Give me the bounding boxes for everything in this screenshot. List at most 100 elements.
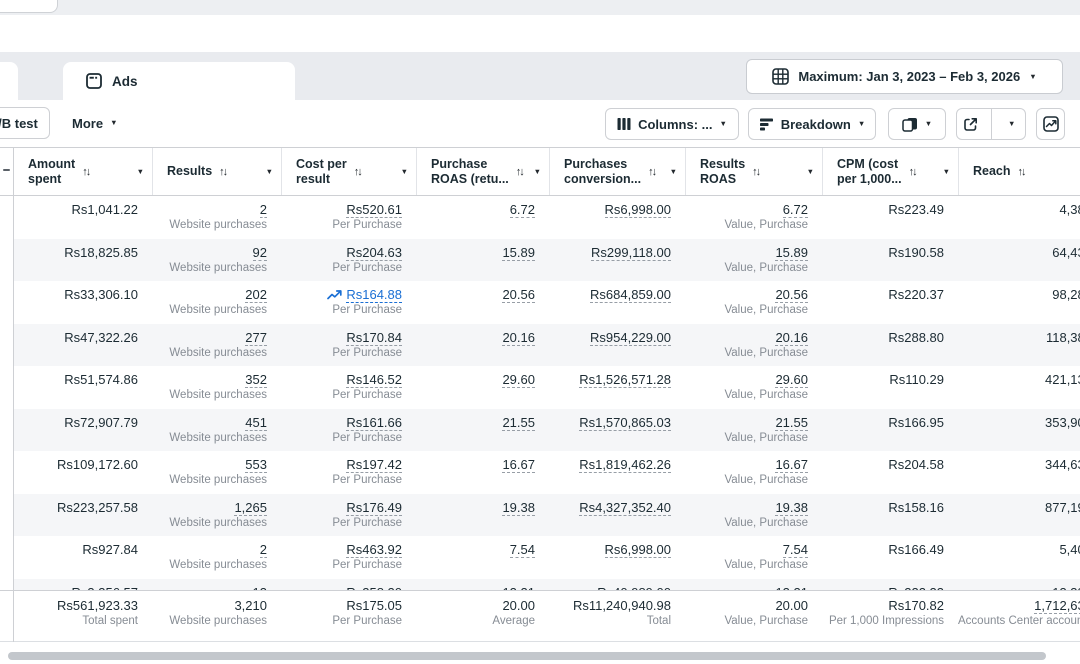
column-menu-caret[interactable]: ▼ <box>401 168 408 176</box>
column-header-purchases-conversion[interactable]: Purchasesconversion...↑↓▼ <box>549 148 685 195</box>
cell-results[interactable]: 2Website purchases <box>152 536 281 579</box>
cell-results[interactable]: 451Website purchases <box>152 409 281 452</box>
column-header-amount-spent[interactable]: Amountspent↑↓▼ <box>0 148 152 195</box>
column-header-cpm[interactable]: CPM (costper 1,000...↑↓▼ <box>822 148 958 195</box>
cell-purchase-roas[interactable]: 15.89 <box>416 239 549 282</box>
view-charts-button[interactable] <box>1036 108 1065 140</box>
cell-purchases-conversion[interactable]: Rs684,859.00 <box>549 281 685 324</box>
cell-results-roas[interactable]: 7.54Value, Purchase <box>685 536 822 579</box>
cell-cost-per-result[interactable]: Rs204.63Per Purchase <box>281 239 416 282</box>
column-menu-caret[interactable]: ▼ <box>670 168 677 176</box>
cell-results[interactable]: 2Website purchases <box>152 196 281 239</box>
column-menu-caret[interactable]: ▼ <box>266 168 273 176</box>
column-label: ResultsROAS <box>700 157 745 187</box>
chevron-down-icon: ▼ <box>925 120 932 128</box>
cell-purchases-conversion[interactable]: Rs1,526,571.28 <box>549 366 685 409</box>
horizontal-scrollbar[interactable] <box>8 652 1046 660</box>
total-reach[interactable]: 1,712,632 Accounts Center accounts <box>958 591 1080 641</box>
sort-icon[interactable]: ↑↓ <box>219 166 226 178</box>
column-header-cost-per-result[interactable]: Cost perresult↑↓▼ <box>281 148 416 195</box>
cell-results-roas[interactable]: 20.16Value, Purchase <box>685 324 822 367</box>
date-range-button[interactable]: Maximum: Jan 3, 2023 – Feb 3, 2026 ▼ <box>746 59 1063 94</box>
export-button[interactable] <box>957 109 984 139</box>
cell-results-roas[interactable]: 6.72Value, Purchase <box>685 196 822 239</box>
cell-results-roas[interactable]: 15.89Value, Purchase <box>685 239 822 282</box>
cell-cost-per-result[interactable]: Rs176.49Per Purchase <box>281 494 416 537</box>
cell-results-roas[interactable]: 19.38Value, Purchase <box>685 494 822 537</box>
cell-purchases-conversion[interactable]: Rs299,118.00 <box>549 239 685 282</box>
cell-cpm: Rs166.49 <box>822 536 958 579</box>
tab-partial-left[interactable] <box>0 62 18 100</box>
cell-reach: 98,285 <box>958 281 1080 324</box>
column-header-reach[interactable]: Reach↑↓▼ <box>958 148 1080 195</box>
cell-results-roas[interactable]: 29.60Value, Purchase <box>685 366 822 409</box>
cell-results[interactable]: 553Website purchases <box>152 451 281 494</box>
cell-results[interactable]: 13Website purchases <box>152 579 281 591</box>
cell-results[interactable]: 1,265Website purchases <box>152 494 281 537</box>
cell-purchase-roas[interactable]: 20.56 <box>416 281 549 324</box>
cell-purchases-conversion[interactable]: Rs4,327,352.40 <box>549 494 685 537</box>
cell-purchase-roas[interactable]: 6.72 <box>416 196 549 239</box>
cell-cpm: Rs288.80 <box>822 324 958 367</box>
chart-icon <box>1043 116 1059 132</box>
cell-purchase-roas[interactable]: 20.16 <box>416 324 549 367</box>
cell-purchase-roas[interactable]: 16.67 <box>416 451 549 494</box>
cell-cpm: Rs110.29 <box>822 366 958 409</box>
column-menu-caret[interactable]: ▼ <box>534 168 541 176</box>
cell-cost-per-result[interactable]: Rs520.61Per Purchase <box>281 196 416 239</box>
reports-button[interactable]: ▼ <box>888 108 946 140</box>
cell-purchases-conversion[interactable]: Rs40,989.00 <box>549 579 685 591</box>
sort-icon[interactable]: ↑↓ <box>516 166 523 178</box>
cell-cost-per-result[interactable]: Rs146.52Per Purchase <box>281 366 416 409</box>
cell-results-roas[interactable]: 16.67Value, Purchase <box>685 451 822 494</box>
cell-results[interactable]: 202Website purchases <box>152 281 281 324</box>
cell-purchases-conversion[interactable]: Rs954,229.00 <box>549 324 685 367</box>
cell-purchase-roas[interactable]: 19.38 <box>416 494 549 537</box>
sort-icon[interactable]: ↑↓ <box>752 166 759 178</box>
cell-cost-per-result[interactable]: Rs170.84Per Purchase <box>281 324 416 367</box>
column-header-results-roas[interactable]: ResultsROAS ↑↓ ▼ <box>685 148 822 195</box>
cell-cost-per-result[interactable]: Rs164.88Per Purchase <box>281 281 416 324</box>
cell-purchase-roas[interactable]: 21.55 <box>416 409 549 452</box>
sort-icon[interactable]: ↑↓ <box>1018 166 1025 178</box>
sort-icon[interactable]: ↑↓ <box>82 166 89 178</box>
column-menu-caret[interactable]: ▼ <box>137 168 144 176</box>
chevron-down-icon: ▼ <box>1008 120 1015 128</box>
cell-purchases-conversion[interactable]: Rs1,819,462.26 <box>549 451 685 494</box>
cell-purchases-conversion[interactable]: Rs6,998.00 <box>549 536 685 579</box>
sort-icon[interactable]: ↑↓ <box>648 166 655 178</box>
cell-results-roas[interactable]: 12.21Value, Purchase <box>685 579 822 591</box>
column-header-results[interactable]: Results↑↓▼ <box>152 148 281 195</box>
ab-test-button[interactable]: /B test <box>0 107 50 139</box>
cell-cost-per-result[interactable]: Rs463.92Per Purchase <box>281 536 416 579</box>
cell-reach: 4,380 <box>958 196 1080 239</box>
tab-ads[interactable]: Ads <box>63 62 295 100</box>
cell-results[interactable]: 277Website purchases <box>152 324 281 367</box>
cell-purchase-roas[interactable]: 7.54 <box>416 536 549 579</box>
column-label: Reach <box>973 164 1011 179</box>
sort-icon[interactable]: ↑↓ <box>354 166 361 178</box>
cell-cpm: Rs204.58 <box>822 451 958 494</box>
cell-purchase-roas[interactable]: 29.60 <box>416 366 549 409</box>
column-menu-caret[interactable]: ▼ <box>943 168 950 176</box>
cell-cost-per-result[interactable]: Rs197.42Per Purchase <box>281 451 416 494</box>
cell-purchases-conversion[interactable]: Rs1,570,865.03 <box>549 409 685 452</box>
column-menu-caret[interactable]: ▼ <box>807 168 814 176</box>
cell-results[interactable]: 92Website purchases <box>152 239 281 282</box>
cell-purchases-conversion[interactable]: Rs6,998.00 <box>549 196 685 239</box>
cell-cost-per-result[interactable]: Rs161.66Per Purchase <box>281 409 416 452</box>
cell-cost-per-result[interactable]: Rs258.20Per Purchase <box>281 579 416 591</box>
cell-results[interactable]: 352Website purchases <box>152 366 281 409</box>
cell-results-roas[interactable]: 21.55Value, Purchase <box>685 409 822 452</box>
more-button[interactable]: More ▼ <box>72 107 118 139</box>
select-all-checkbox-partial[interactable] <box>3 169 10 171</box>
top-strip <box>0 0 1080 15</box>
cell-purchase-roas[interactable]: 12.21 <box>416 579 549 591</box>
breakdown-button[interactable]: Breakdown ▼ <box>748 108 876 140</box>
sort-icon[interactable]: ↑↓ <box>909 166 916 178</box>
cell-results-roas[interactable]: 20.56Value, Purchase <box>685 281 822 324</box>
cell-cpm: Rs223.49 <box>822 196 958 239</box>
export-menu-button[interactable]: ▼ <box>999 109 1026 139</box>
columns-button[interactable]: Columns: ... ▼ <box>605 108 739 140</box>
column-header-purchase-roas[interactable]: PurchaseROAS (retu...↑↓▼ <box>416 148 549 195</box>
